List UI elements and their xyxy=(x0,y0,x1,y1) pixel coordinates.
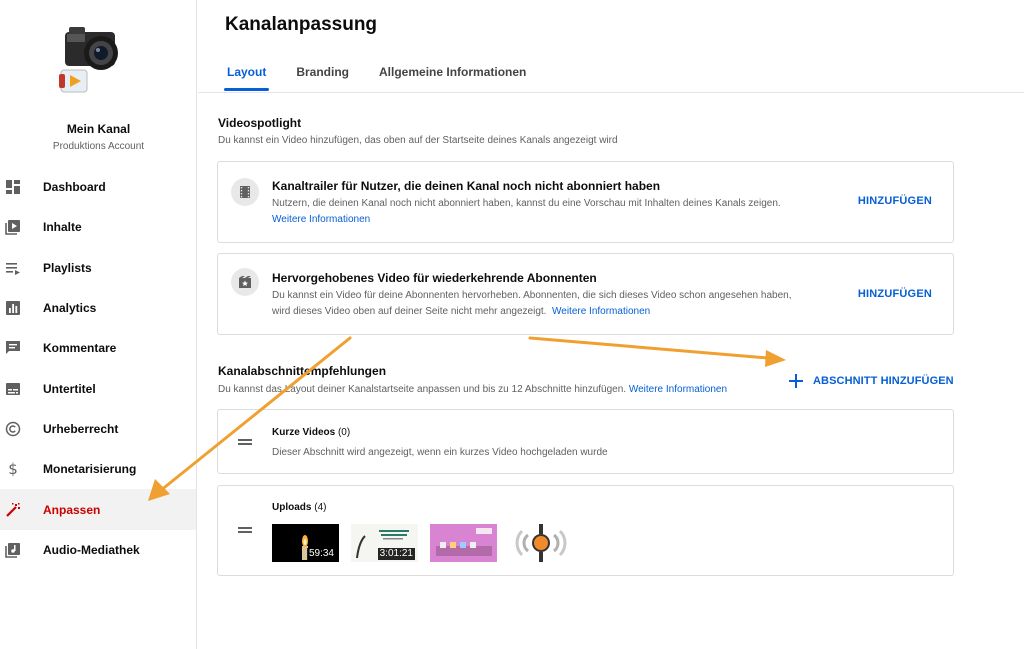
dollar-icon: $ xyxy=(4,460,22,478)
podcast-thumbnail-icon xyxy=(515,524,567,562)
tab-layout[interactable]: Layout xyxy=(212,60,281,91)
comment-icon xyxy=(4,339,22,357)
avatar[interactable] xyxy=(55,18,135,96)
sidebar-item-label: Dashboard xyxy=(43,180,106,195)
spotlight-description: Du kannst ein Video hinzufügen, das oben… xyxy=(218,135,618,146)
featured-video-description: Du kannst ein Video für deine Abonnenten… xyxy=(272,288,852,320)
more-info-link[interactable]: Weitere Informationen xyxy=(552,306,650,317)
sidebar-item-label: Urheberrecht xyxy=(43,421,119,436)
plus-icon xyxy=(789,374,803,388)
sidebar-item-label: Audio-Mediathek xyxy=(43,542,140,557)
pink-thumbnail-icon xyxy=(430,524,497,562)
channel-trailer-description: Nutzern, die deinen Kanal noch nicht abo… xyxy=(272,196,832,228)
film-icon xyxy=(231,178,259,206)
section-title: Kurze Videos (0) xyxy=(272,427,350,438)
sidebar-item-label: Analytics xyxy=(43,301,97,316)
channel-name: Mein Kanal xyxy=(66,122,131,136)
more-info-link[interactable]: Weitere Informationen xyxy=(272,214,370,225)
subtitles-icon xyxy=(4,380,22,398)
sidebar-item-kommentare[interactable]: Kommentare xyxy=(0,328,196,368)
sidebar-item-label: Inhalte xyxy=(43,220,82,235)
video-library-icon xyxy=(4,218,22,236)
tab-allgemeine-informationen[interactable]: Allgemeine Informationen xyxy=(364,60,541,91)
sidebar-item-label: Untertitel xyxy=(43,381,96,396)
drag-handle-icon[interactable] xyxy=(238,527,252,533)
section-title-text: Uploads xyxy=(272,502,312,513)
sections-title: Kanalabschnittempfehlungen xyxy=(218,364,387,378)
account-type: Produktions Account xyxy=(52,141,145,152)
sidebar-item-urheberrecht[interactable]: Urheberrecht xyxy=(0,409,196,449)
magic-wand-icon xyxy=(4,501,22,519)
video-thumbnail[interactable] xyxy=(509,524,576,562)
sidebar-item-untertitel[interactable]: Untertitel xyxy=(0,368,196,408)
playlist-icon xyxy=(4,259,22,277)
spotlight-title: Videospotlight xyxy=(218,116,302,130)
add-section-button[interactable]: ABSCHNITT HINZUFÜGEN xyxy=(788,373,954,389)
drag-handle-icon[interactable] xyxy=(238,439,252,445)
section-short-videos: Kurze Videos (0) Dieser Abschnitt wird a… xyxy=(217,409,954,474)
section-title-text: Kurze Videos xyxy=(272,427,336,438)
video-duration: 59:34 xyxy=(306,548,336,560)
analytics-icon xyxy=(4,299,22,317)
sidebar-item-label: Monetarisierung xyxy=(43,462,137,477)
channel-trailer-description-text: Nutzern, die deinen Kanal noch nicht abo… xyxy=(272,198,781,209)
section-description: Dieser Abschnitt wird angezeigt, wenn ei… xyxy=(272,447,608,458)
sidebar: Mein Kanal Produktions Account Dashboard… xyxy=(0,0,197,649)
sections-description-text: Du kannst das Layout deiner Kanalstartse… xyxy=(218,384,627,395)
sidebar-item-audio-mediathek[interactable]: Audio-Mediathek xyxy=(0,530,196,570)
more-info-link[interactable]: Weitere Informationen xyxy=(629,384,727,395)
tab-branding[interactable]: Branding xyxy=(281,60,364,91)
featured-video-description-line2: wird dieses Video oben auf deiner Seite … xyxy=(272,306,547,317)
sidebar-item-inhalte[interactable]: Inhalte xyxy=(0,207,196,247)
sidebar-item-label: Kommentare xyxy=(43,341,117,356)
add-featured-video-button[interactable]: HINZUFÜGEN xyxy=(858,288,932,300)
video-thumbnail[interactable]: 3:01:21 xyxy=(351,524,418,562)
add-channel-trailer-button[interactable]: HINZUFÜGEN xyxy=(858,195,932,207)
camera-icon xyxy=(59,27,118,93)
section-count: (0) xyxy=(337,427,351,438)
sidebar-item-label: Anpassen xyxy=(43,502,101,517)
video-duration: 3:01:21 xyxy=(377,548,415,560)
sidebar-item-label: Playlists xyxy=(43,260,92,275)
sidebar-item-monetarisierung[interactable]: $ Monetarisierung xyxy=(0,449,196,489)
channel-trailer-title: Kanaltrailer für Nutzer, die deinen Kana… xyxy=(272,179,661,193)
dashboard-icon xyxy=(4,178,22,196)
video-thumbnail[interactable] xyxy=(430,524,497,562)
sidebar-nav: Dashboard Inhalte Playlists Analytics Ko… xyxy=(0,167,196,570)
audio-library-icon xyxy=(4,541,22,559)
sidebar-item-playlists[interactable]: Playlists xyxy=(0,248,196,288)
svg-text:$: $ xyxy=(8,461,18,477)
section-count: (4) xyxy=(314,502,327,513)
page-title: Kanalanpassung xyxy=(225,14,378,35)
sidebar-item-analytics[interactable]: Analytics xyxy=(0,288,196,328)
sections-description: Du kannst das Layout deiner Kanalstartse… xyxy=(218,384,727,395)
sidebar-item-dashboard[interactable]: Dashboard xyxy=(0,167,196,207)
featured-video-description-line1: Du kannst ein Video für deine Abonnenten… xyxy=(272,290,792,301)
featured-video-title: Hervorgehobenes Video für wiederkehrende… xyxy=(272,271,597,285)
featured-video-card: Hervorgehobenes Video für wiederkehrende… xyxy=(217,253,954,335)
tab-bar: Layout Branding Allgemeine Informationen xyxy=(212,60,541,91)
featured-video-icon xyxy=(231,268,259,296)
add-section-label: ABSCHNITT HINZUFÜGEN xyxy=(813,375,954,387)
section-title: Uploads (4) xyxy=(272,502,326,513)
copyright-icon xyxy=(4,420,22,438)
channel-trailer-card: Kanaltrailer für Nutzer, die deinen Kana… xyxy=(217,161,954,243)
video-thumbnail[interactable]: 59:34 xyxy=(272,524,339,562)
sidebar-item-anpassen[interactable]: Anpassen xyxy=(0,489,196,530)
section-uploads: Uploads (4) 59:34 3:01:21 xyxy=(217,485,954,576)
header-divider xyxy=(198,92,1024,93)
